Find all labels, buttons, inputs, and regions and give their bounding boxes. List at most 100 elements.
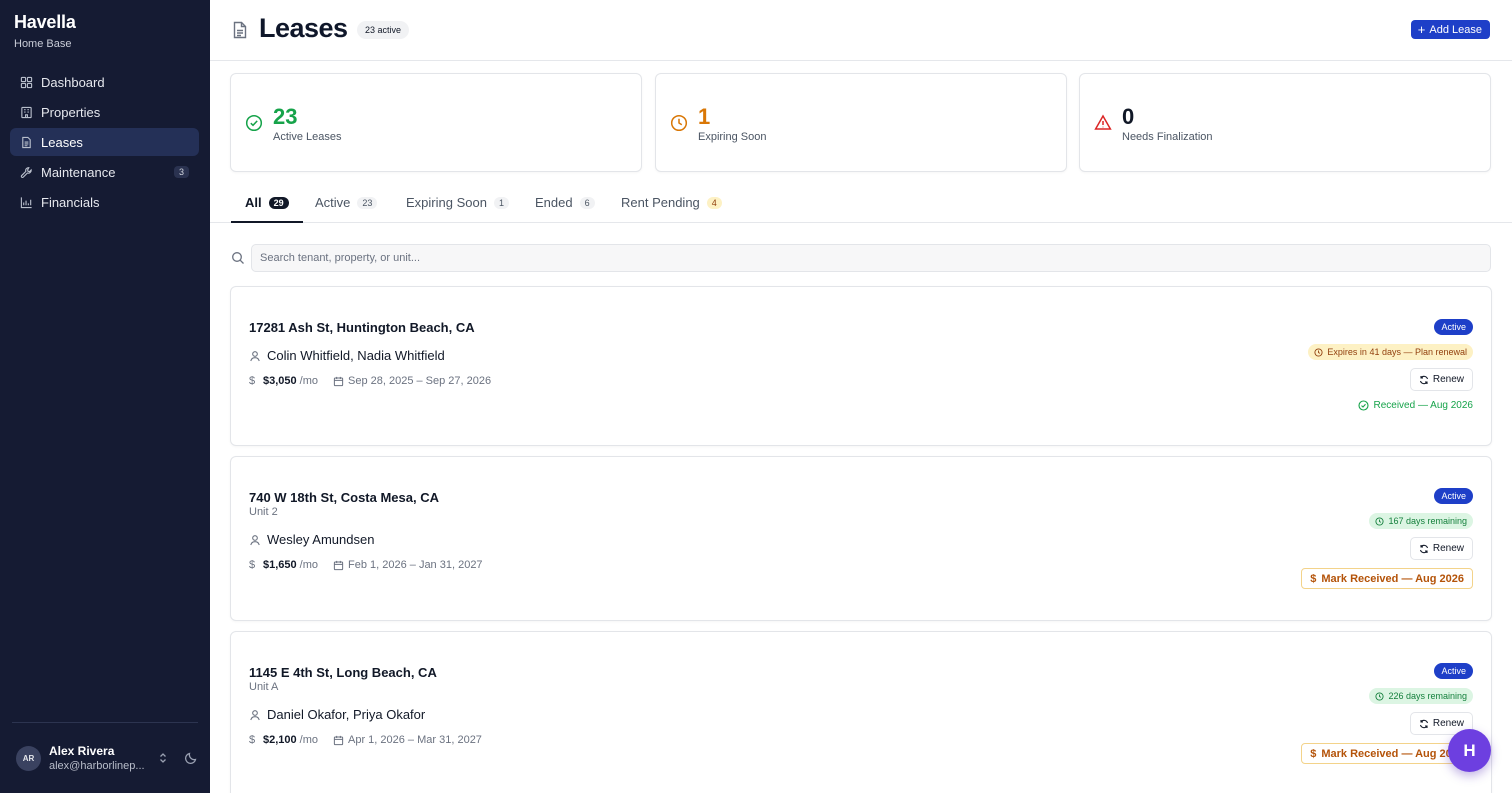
- tab-count: 4: [706, 196, 722, 209]
- avatar: AR: [16, 745, 41, 771]
- sidebar-item-maintenance[interactable]: Maintenance 3: [10, 158, 199, 186]
- dollar-icon: $: [1310, 747, 1317, 760]
- sidebar-item-label: Maintenance: [41, 164, 116, 180]
- sidebar-item-label: Financials: [41, 194, 100, 210]
- user-menu[interactable]: AR Alex Rivera alex@harborlinep...: [16, 744, 198, 772]
- stat-card-needs-finalization: 0 Needs Finalization: [1079, 73, 1491, 172]
- tab-active[interactable]: Active 23: [315, 183, 378, 222]
- sidebar-item-properties[interactable]: Properties: [10, 98, 199, 126]
- check-circle-icon: [1358, 400, 1370, 411]
- refresh-icon: [1419, 544, 1428, 553]
- status-badge: Active: [1434, 663, 1473, 679]
- rent-period: /mo: [299, 734, 318, 746]
- sidebar-item-leases[interactable]: Leases: [10, 128, 199, 156]
- lease-tenants: Daniel Okafor, Priya Okafor: [249, 707, 425, 722]
- page-title: Leases: [259, 13, 348, 43]
- clock-icon: [670, 114, 688, 132]
- sidebar-item-financials[interactable]: Financials: [10, 188, 199, 216]
- lease-meta: $ $3,050 /mo Sep 28, 2025 – Sep 27, 2026: [249, 375, 491, 387]
- sidebar: Havella Home Base Dashboard Properties L…: [0, 0, 210, 793]
- clock-icon: [1375, 516, 1384, 526]
- lease-card[interactable]: 17281 Ash St, Huntington Beach, CA Colin…: [230, 286, 1492, 446]
- moon-icon[interactable]: [184, 751, 198, 765]
- chevrons-up-down-icon[interactable]: [156, 751, 170, 765]
- tenant-names: Daniel Okafor, Priya Okafor: [267, 707, 426, 722]
- tab-count: 6: [579, 196, 595, 209]
- lease-rent: $2,100: [263, 734, 297, 746]
- chart-icon: [20, 196, 32, 208]
- search-input[interactable]: [251, 244, 1491, 272]
- sidebar-divider: [12, 722, 198, 723]
- user-name: Alex Rivera: [49, 744, 115, 758]
- clock-icon: [1375, 691, 1384, 701]
- lease-address[interactable]: 740 W 18th St, Costa Mesa, CA: [249, 490, 439, 505]
- tab-expiring-soon[interactable]: Expiring Soon 1: [406, 183, 509, 222]
- stat-label: Needs Finalization: [1122, 131, 1213, 143]
- stat-label: Active Leases: [273, 131, 342, 143]
- dollar-icon: $: [249, 734, 256, 746]
- tab-count: 1: [493, 196, 509, 209]
- clock-icon: [1314, 347, 1323, 357]
- stat-label: Expiring Soon: [698, 131, 767, 143]
- term-note: 167 days remaining: [1388, 516, 1467, 526]
- payment-received-status: Received — Aug 2026: [1358, 400, 1473, 411]
- add-lease-button[interactable]: + Add Lease: [1410, 20, 1490, 39]
- tab-count: 23: [357, 196, 378, 209]
- mark-received-label: Mark Received — Aug 2026: [1321, 572, 1464, 585]
- lease-rent: $1,650: [263, 559, 297, 571]
- stat-value: 1: [698, 104, 711, 129]
- lease-address[interactable]: 1145 E 4th St, Long Beach, CA: [249, 665, 437, 680]
- mark-received-label: Mark Received — Aug 2026: [1321, 747, 1464, 760]
- calendar-icon: [333, 560, 344, 570]
- dollar-icon: $: [1310, 572, 1317, 585]
- tab-ended[interactable]: Ended 6: [535, 183, 595, 222]
- check-circle-icon: [245, 114, 263, 132]
- grid-icon: [20, 76, 33, 88]
- sidebar-item-label: Dashboard: [41, 74, 105, 90]
- renew-button[interactable]: Renew: [1409, 368, 1473, 391]
- lease-meta: $ $2,100 /mo Apr 1, 2026 – Mar 31, 2027: [249, 734, 482, 746]
- alert-triangle-icon: [1094, 114, 1112, 130]
- lease-unit: Unit 2: [249, 506, 278, 518]
- search-icon: [232, 252, 244, 264]
- assistant-fab[interactable]: H: [1448, 729, 1491, 772]
- dollar-icon: $: [249, 375, 256, 387]
- lease-dates: Feb 1, 2026 – Jan 31, 2027: [348, 559, 483, 571]
- user-icon: [250, 534, 260, 545]
- page-header: Leases 23 active + Add Lease: [210, 0, 1512, 61]
- app-subtitle: Home Base: [14, 38, 72, 50]
- tenant-names: Colin Whitfield, Nadia Whitfield: [267, 348, 445, 363]
- lease-tenants: Colin Whitfield, Nadia Whitfield: [249, 348, 445, 363]
- mark-received-button[interactable]: $ Mark Received — Aug 2026: [1301, 568, 1473, 589]
- tenant-names: Wesley Amundsen: [267, 532, 375, 547]
- stat-card-active: 23 Active Leases: [230, 73, 642, 172]
- days-remaining-badge: 167 days remaining: [1369, 513, 1473, 529]
- renew-label: Renew: [1432, 374, 1464, 385]
- sidebar-nav: Dashboard Properties Leases Maintenance …: [10, 68, 199, 218]
- expiry-warning-badge: Expires in 41 days — Plan renewal: [1308, 344, 1473, 360]
- sidebar-item-label: Leases: [41, 134, 83, 150]
- term-note: Expires in 41 days — Plan renewal: [1327, 347, 1467, 357]
- lease-card[interactable]: 740 W 18th St, Costa Mesa, CA Unit 2 Wes…: [230, 456, 1492, 621]
- user-info: Alex Rivera alex@harborlinep...: [49, 744, 150, 772]
- tab-label: Ended: [535, 195, 573, 210]
- lease-address[interactable]: 17281 Ash St, Huntington Beach, CA: [249, 320, 475, 335]
- stat-card-expiring: 1 Expiring Soon: [655, 73, 1067, 172]
- calendar-icon: [333, 376, 344, 386]
- refresh-icon: [1419, 375, 1428, 384]
- stat-value: 0: [1122, 104, 1135, 129]
- document-icon: [233, 21, 247, 39]
- tab-rent-pending[interactable]: Rent Pending 4: [621, 183, 722, 222]
- status-badge: Active: [1434, 319, 1473, 335]
- renew-label: Renew: [1432, 543, 1464, 554]
- building-icon: [21, 106, 32, 118]
- lease-card[interactable]: 1145 E 4th St, Long Beach, CA Unit A Dan…: [230, 631, 1492, 793]
- renew-button[interactable]: Renew: [1409, 537, 1473, 560]
- sidebar-item-dashboard[interactable]: Dashboard: [10, 68, 199, 96]
- dollar-icon: $: [249, 559, 256, 571]
- renew-label: Renew: [1432, 718, 1464, 729]
- refresh-icon: [1419, 719, 1428, 728]
- active-count-badge: 23 active: [357, 21, 410, 39]
- tab-all[interactable]: All 29: [231, 183, 303, 223]
- rent-period: /mo: [299, 375, 318, 387]
